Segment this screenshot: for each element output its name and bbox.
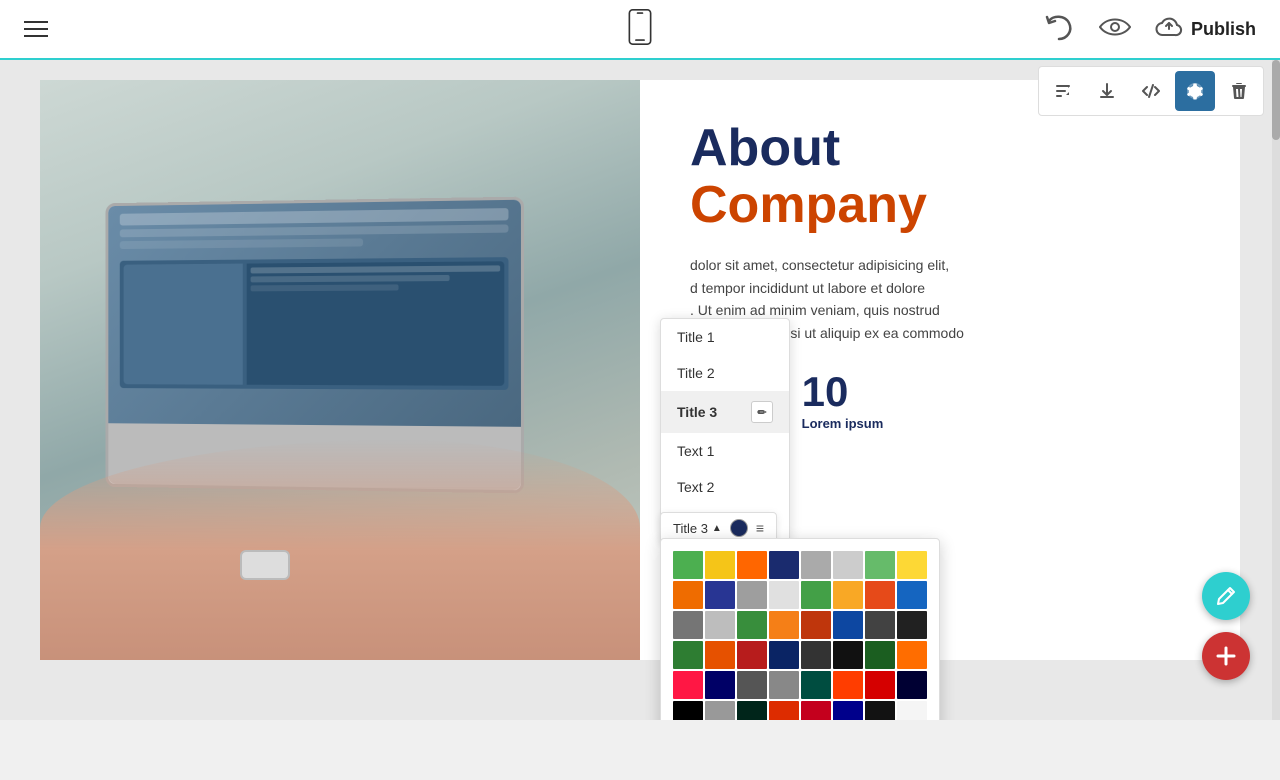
style-selected-label: Title 3: [673, 521, 708, 536]
laptop-illustration: [40, 80, 640, 660]
color-cell[interactable]: [705, 671, 735, 699]
dropdown-item-title1[interactable]: Title 1: [661, 319, 789, 355]
header-right: Publish: [1043, 13, 1256, 46]
color-cell[interactable]: [865, 581, 895, 609]
caret-up-icon: ▲: [712, 523, 722, 534]
color-cell[interactable]: [865, 551, 895, 579]
dropdown-item-label: Title 3: [677, 404, 717, 420]
color-grid: [673, 551, 927, 720]
color-cell[interactable]: [865, 611, 895, 639]
color-cell[interactable]: [673, 701, 703, 720]
text-style-dropdown: Title 1 Title 2 Title 3 ✏ Text 1 Text 2 …: [660, 318, 790, 542]
settings-button[interactable]: [1175, 71, 1215, 111]
code-button[interactable]: [1131, 71, 1171, 111]
color-cell[interactable]: [673, 611, 703, 639]
color-cell[interactable]: [833, 701, 863, 720]
color-cell[interactable]: [769, 701, 799, 720]
color-cell[interactable]: [865, 641, 895, 669]
color-cell[interactable]: [833, 671, 863, 699]
color-cell[interactable]: [737, 641, 767, 669]
edit-pencil-icon[interactable]: ✏: [751, 401, 773, 423]
color-cell[interactable]: [737, 581, 767, 609]
stat-number-2: 10: [802, 368, 884, 416]
color-cell[interactable]: [673, 671, 703, 699]
scroll-thumb[interactable]: [1272, 60, 1280, 140]
color-cell[interactable]: [769, 581, 799, 609]
color-cell[interactable]: [769, 611, 799, 639]
color-cell[interactable]: [705, 641, 735, 669]
color-cell[interactable]: [801, 581, 831, 609]
color-cell[interactable]: [865, 701, 895, 720]
scroll-indicator: [1272, 60, 1280, 720]
color-cell[interactable]: [673, 551, 703, 579]
fab-edit-button[interactable]: [1202, 572, 1250, 620]
about-title: About: [690, 120, 1190, 177]
publish-label: Publish: [1191, 19, 1256, 40]
dropdown-item-text2[interactable]: Text 2: [661, 469, 789, 505]
color-swatch[interactable]: [730, 519, 748, 537]
align-icon[interactable]: ≡: [756, 520, 764, 536]
color-cell[interactable]: [833, 641, 863, 669]
undo-icon[interactable]: [1043, 13, 1075, 46]
color-cell[interactable]: [705, 551, 735, 579]
stat-item-2: 10 Lorem ipsum: [802, 368, 884, 431]
company-title: Company: [690, 177, 1190, 234]
stat-label-2: Lorem ipsum: [802, 416, 884, 431]
color-cell[interactable]: [737, 611, 767, 639]
color-cell[interactable]: [801, 671, 831, 699]
dropdown-item-title3[interactable]: Title 3 ✏: [661, 391, 789, 433]
color-cell[interactable]: [897, 581, 927, 609]
header-center: [626, 9, 654, 50]
color-cell[interactable]: [737, 671, 767, 699]
color-cell[interactable]: [673, 581, 703, 609]
color-cell[interactable]: [801, 701, 831, 720]
fab-add-button[interactable]: [1202, 632, 1250, 680]
publish-button[interactable]: Publish: [1155, 15, 1256, 44]
color-cell[interactable]: [897, 701, 927, 720]
dropdown-item-text1[interactable]: Text 1: [661, 433, 789, 469]
section-toolbar: [1038, 66, 1264, 116]
sort-button[interactable]: [1043, 71, 1083, 111]
dropdown-item-label: Text 1: [677, 443, 714, 459]
color-cell[interactable]: [769, 641, 799, 669]
color-cell[interactable]: [897, 641, 927, 669]
color-cell[interactable]: [769, 671, 799, 699]
color-cell[interactable]: [705, 581, 735, 609]
color-cell[interactable]: [769, 551, 799, 579]
color-cell[interactable]: [737, 551, 767, 579]
color-cell[interactable]: [897, 671, 927, 699]
header: Publish: [0, 0, 1280, 60]
dropdown-item-label: Title 2: [677, 365, 715, 381]
download-button[interactable]: [1087, 71, 1127, 111]
color-cell[interactable]: [801, 641, 831, 669]
color-cell[interactable]: [801, 551, 831, 579]
color-cell[interactable]: [865, 671, 895, 699]
color-cell[interactable]: [737, 701, 767, 720]
dropdown-item-label: Text 2: [677, 479, 714, 495]
color-cell[interactable]: [705, 611, 735, 639]
color-cell[interactable]: [833, 581, 863, 609]
dropdown-item-title2[interactable]: Title 2: [661, 355, 789, 391]
phone-icon[interactable]: [626, 9, 654, 50]
color-cell[interactable]: [673, 641, 703, 669]
publish-cloud-icon: [1155, 15, 1183, 44]
color-cell[interactable]: [833, 551, 863, 579]
dropdown-item-label: Title 1: [677, 329, 715, 345]
color-cell[interactable]: [897, 611, 927, 639]
color-cell[interactable]: [705, 701, 735, 720]
color-cell[interactable]: [833, 611, 863, 639]
header-left: [24, 21, 48, 37]
content-section: About Company dolor sit amet, consectetu…: [40, 80, 1240, 660]
style-selector[interactable]: Title 3 ▲: [673, 521, 722, 536]
canvas: About Company dolor sit amet, consectetu…: [0, 60, 1280, 720]
left-image: [40, 80, 640, 660]
delete-button[interactable]: [1219, 71, 1259, 111]
color-cell[interactable]: [897, 551, 927, 579]
color-picker: More >: [660, 538, 940, 720]
color-cell[interactable]: [801, 611, 831, 639]
eye-icon[interactable]: [1099, 15, 1131, 44]
hamburger-menu-icon[interactable]: [24, 21, 48, 37]
